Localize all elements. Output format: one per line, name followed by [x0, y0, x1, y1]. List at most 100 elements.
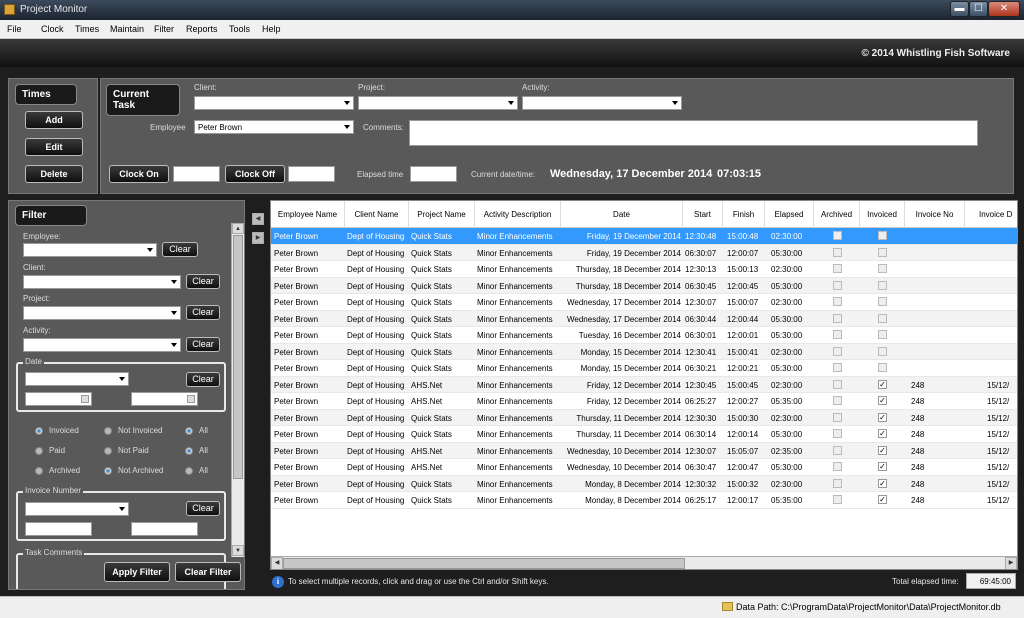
invoice-clear-button[interactable]: Clear: [186, 501, 220, 516]
date-range-combo[interactable]: [25, 372, 129, 386]
table-row[interactable]: Peter Brown Dept of Housing AHS.Net Minor E…: [271, 442, 1017, 459]
clear-filter-button[interactable]: Clear Filter: [175, 562, 241, 582]
table-row[interactable]: Peter Brown Dept of Housing AHS.Net Minor E…: [271, 393, 1017, 410]
col-start[interactable]: Start: [683, 201, 723, 228]
table-row[interactable]: Peter Brown Dept of Housing Quick Stats Min…: [271, 244, 1017, 261]
date-to-picker[interactable]: [131, 392, 198, 406]
menu-maintain[interactable]: Maintain: [110, 24, 144, 34]
invoice-number-combo[interactable]: [25, 502, 129, 516]
filter-scrollbar[interactable]: ▲ ▼: [231, 223, 244, 557]
archived-checkbox[interactable]: [833, 264, 842, 273]
archived-checkbox[interactable]: [833, 313, 842, 323]
project-combo[interactable]: [358, 96, 518, 110]
invoiced-checkbox[interactable]: ✓: [878, 379, 887, 389]
table-row[interactable]: Peter Brown Dept of Housing Quick Stats Min…: [271, 310, 1017, 327]
delete-button[interactable]: Delete: [25, 165, 83, 183]
scroll-right-icon[interactable]: ▶: [1005, 557, 1017, 569]
close-button[interactable]: ✕: [988, 1, 1020, 17]
clock-off-button[interactable]: Clock Off: [225, 165, 285, 183]
invoiced-checkbox[interactable]: ✓: [878, 478, 887, 488]
table-row[interactable]: Peter Brown Dept of Housing Quick Stats Min…: [271, 294, 1017, 311]
clock-on-button[interactable]: Clock On: [109, 165, 169, 183]
scroll-thumb[interactable]: [283, 558, 685, 569]
archived-checkbox[interactable]: [833, 478, 842, 488]
archived-checkbox[interactable]: [833, 247, 842, 257]
menu-file[interactable]: File: [7, 24, 22, 34]
filter-employee-combo[interactable]: [23, 243, 157, 257]
col-invoice-date[interactable]: Invoice D: [965, 201, 1017, 228]
archived-checkbox[interactable]: [833, 231, 842, 240]
filter-activity-clear-button[interactable]: Clear: [186, 337, 220, 352]
client-combo[interactable]: [194, 96, 354, 110]
scroll-thumb[interactable]: [233, 235, 243, 479]
table-row[interactable]: Peter Brown Dept of Housing Quick Stats Min…: [271, 492, 1017, 509]
archived-checkbox[interactable]: [833, 363, 842, 372]
table-row[interactable]: Peter Brown Dept of Housing Quick Stats Min…: [271, 360, 1017, 377]
invoiced-checkbox[interactable]: [878, 363, 887, 372]
col-invoice-no[interactable]: Invoice No: [905, 201, 965, 228]
date-clear-button[interactable]: Clear: [186, 372, 220, 387]
table-row[interactable]: Peter Brown Dept of Housing AHS.Net Minor E…: [271, 376, 1017, 393]
archived-checkbox[interactable]: [833, 396, 842, 405]
table-row[interactable]: Peter Brown Dept of Housing AHS.Net Minor E…: [271, 459, 1017, 476]
filter-activity-combo[interactable]: [23, 338, 181, 352]
invoiced-checkbox[interactable]: ✓: [878, 495, 887, 504]
add-button[interactable]: Add: [25, 111, 83, 129]
invoiced-checkbox[interactable]: ✓: [878, 396, 887, 405]
filter-client-clear-button[interactable]: Clear: [186, 274, 220, 289]
invoiced-checkbox[interactable]: ✓: [878, 412, 887, 422]
invoiced-checkbox[interactable]: [878, 264, 887, 273]
menu-clock[interactable]: Clock: [41, 24, 64, 34]
edit-button[interactable]: Edit: [25, 138, 83, 156]
table-row[interactable]: Peter Brown Dept of Housing Quick Stats Min…: [271, 327, 1017, 344]
col-activity-description[interactable]: Activity Description: [475, 201, 561, 228]
col-project-name[interactable]: Project Name: [409, 201, 475, 228]
filter-client-combo[interactable]: [23, 275, 181, 289]
invoice-from-field[interactable]: [25, 522, 92, 536]
filter-project-clear-button[interactable]: Clear: [186, 305, 220, 320]
comments-field[interactable]: [409, 120, 978, 146]
date-from-picker[interactable]: [25, 392, 92, 406]
invoiced-checkbox[interactable]: [878, 330, 887, 339]
col-employee-name[interactable]: Employee Name: [271, 201, 345, 228]
menu-reports[interactable]: Reports: [186, 24, 218, 34]
menu-times[interactable]: Times: [75, 24, 99, 34]
invoiced-checkbox[interactable]: ✓: [878, 445, 887, 455]
table-row[interactable]: Peter Brown Dept of Housing Quick Stats Min…: [271, 409, 1017, 426]
time-entries-grid[interactable]: Employee Name Client Name Project Name A…: [270, 200, 1018, 570]
archived-checkbox[interactable]: [833, 297, 842, 306]
invoiced-checkbox[interactable]: ✓: [878, 462, 887, 471]
archived-checkbox[interactable]: [833, 412, 842, 422]
table-row[interactable]: Peter Brown Dept of Housing Quick Stats Min…: [271, 261, 1017, 278]
archived-checkbox[interactable]: [833, 379, 842, 389]
archived-checkbox[interactable]: [833, 346, 842, 356]
archived-checkbox[interactable]: [833, 330, 842, 339]
table-row[interactable]: Peter Brown Dept of Housing Quick Stats Min…: [271, 475, 1017, 492]
scroll-left-icon[interactable]: ◀: [271, 557, 283, 569]
expand-right-icon[interactable]: ▶: [252, 232, 264, 244]
table-row[interactable]: Peter Brown Dept of Housing Quick Stats Min…: [271, 343, 1017, 360]
employee-combo[interactable]: Peter Brown: [194, 120, 354, 134]
apply-filter-button[interactable]: Apply Filter: [104, 562, 170, 582]
menu-filter[interactable]: Filter: [154, 24, 174, 34]
col-archived[interactable]: Archived: [814, 201, 860, 228]
maximize-button[interactable]: ☐: [969, 1, 988, 17]
collapse-left-icon[interactable]: ◀: [252, 213, 264, 225]
col-invoiced[interactable]: Invoiced: [860, 201, 905, 228]
archived-checkbox[interactable]: [833, 280, 842, 290]
invoiced-checkbox[interactable]: [878, 280, 887, 290]
scroll-down-icon[interactable]: ▼: [232, 545, 244, 556]
scroll-up-icon[interactable]: ▲: [232, 223, 244, 234]
invoice-to-field[interactable]: [131, 522, 198, 536]
menu-tools[interactable]: Tools: [229, 24, 250, 34]
invoiced-checkbox[interactable]: [878, 313, 887, 323]
col-client-name[interactable]: Client Name: [345, 201, 409, 228]
col-finish[interactable]: Finish: [723, 201, 765, 228]
filter-employee-clear-button[interactable]: Clear: [162, 242, 198, 257]
activity-combo[interactable]: [522, 96, 682, 110]
minimize-button[interactable]: ▬: [950, 1, 969, 17]
clock-on-time-field[interactable]: [173, 166, 220, 182]
invoiced-checkbox[interactable]: [878, 346, 887, 356]
archived-checkbox[interactable]: [833, 429, 842, 438]
archived-checkbox[interactable]: [833, 445, 842, 455]
